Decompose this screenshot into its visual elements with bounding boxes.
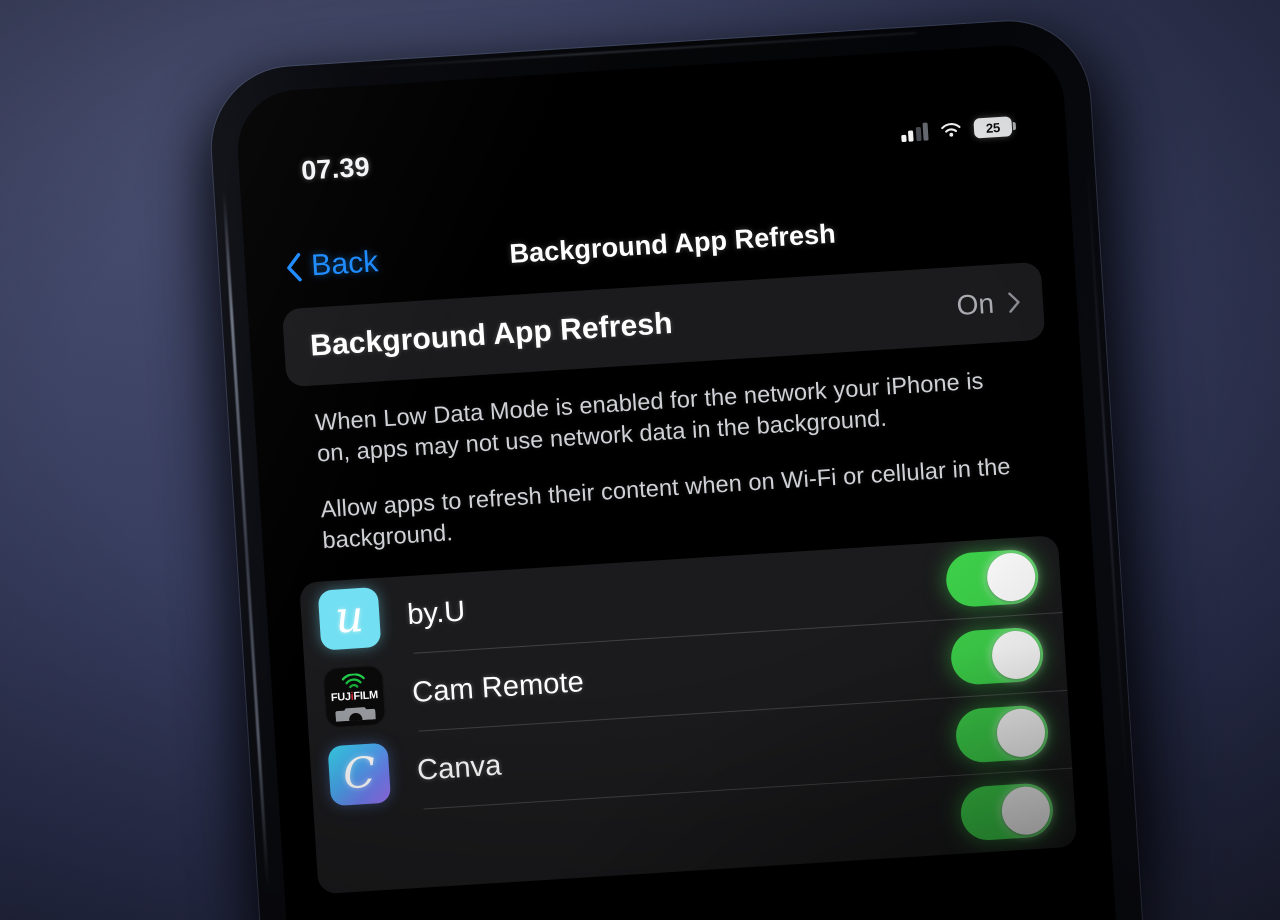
fuji-prefix: FUJ	[330, 690, 352, 704]
canva-icon-glyph: C	[341, 747, 377, 799]
status-bar-clock: 07.39	[300, 151, 371, 186]
app-refresh-toggle[interactable]	[954, 704, 1050, 765]
master-setting-label: Background App Refresh	[309, 306, 674, 363]
fuji-wifi-arcs-icon	[341, 672, 365, 688]
app-refresh-toggle[interactable]	[949, 626, 1045, 687]
fujifilm-wordmark: FUJiFILM	[330, 688, 379, 704]
battery-percent-label: 25	[985, 119, 1001, 136]
status-bar-indicators: 25	[900, 116, 1013, 143]
back-button-label: Back	[310, 245, 380, 283]
wifi-icon	[941, 123, 961, 137]
camera-silhouette-icon	[335, 706, 376, 722]
toggle-knob	[1000, 785, 1052, 837]
app-name-label: Canva	[416, 749, 503, 787]
toggle-knob	[985, 551, 1037, 603]
master-setting-value: On	[955, 287, 995, 321]
chevron-right-icon	[1008, 292, 1020, 313]
settings-content: Background App Refresh On When Low Data …	[248, 260, 1120, 920]
iphone-device: 07.39 25 Back Background App Refresh Bac…	[206, 16, 1148, 920]
chevron-left-icon	[287, 253, 302, 282]
battery-icon: 25	[973, 116, 1013, 139]
app-toggle-list: u by.U FUJiFILM Cam Remote C Canva	[299, 535, 1078, 895]
back-button[interactable]: Back	[284, 245, 379, 285]
master-setting-value-group: On	[956, 286, 1022, 322]
photo-scene: 07.39 25 Back Background App Refresh Bac…	[0, 0, 1280, 920]
cellular-signal-icon	[900, 122, 929, 143]
fuji-suffix: FILM	[353, 688, 379, 703]
app-refresh-toggle[interactable]	[959, 782, 1055, 842]
canva-app-icon: C	[327, 742, 392, 807]
app-name-label	[394, 815, 961, 851]
byu-app-icon: u	[317, 587, 382, 651]
toggle-knob	[990, 629, 1042, 681]
app-name-label: Cam Remote	[411, 665, 585, 709]
app-refresh-toggle[interactable]	[944, 548, 1040, 609]
toggle-knob	[995, 707, 1047, 759]
app-name-label: by.U	[406, 595, 467, 631]
partial-app-icon	[332, 821, 396, 885]
phone-screen: 07.39 25 Back Background App Refresh Bac…	[234, 41, 1121, 920]
status-bar: 07.39 25	[238, 102, 1067, 196]
byu-icon-glyph: u	[333, 591, 366, 644]
fujifilm-cam-remote-app-icon: FUJiFILM	[322, 664, 387, 729]
